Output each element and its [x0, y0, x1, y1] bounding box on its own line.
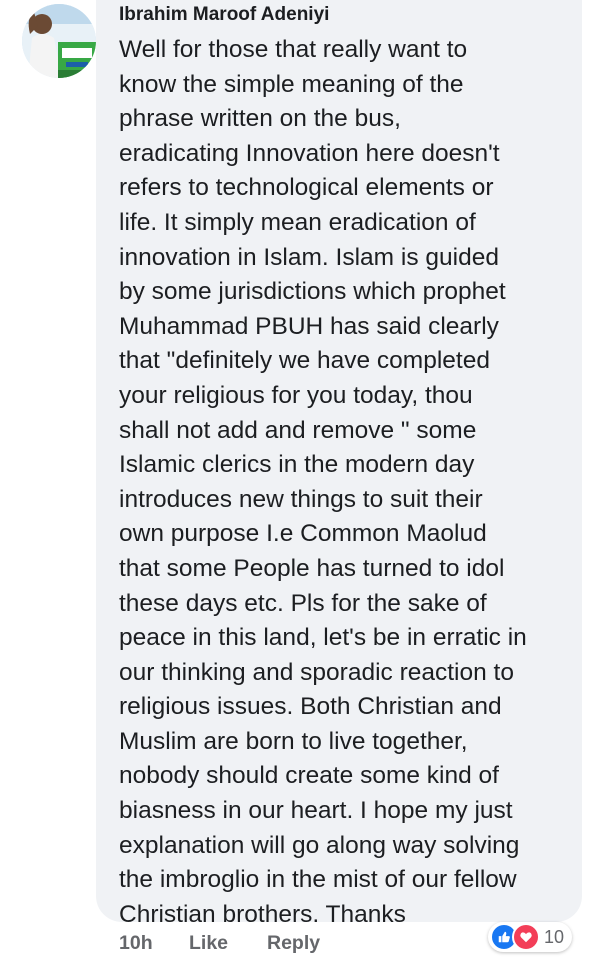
comment-text: Well for those that really want to know … — [119, 36, 527, 928]
reaction-count: 10 — [544, 926, 565, 947]
reactions-summary[interactable]: 10 — [488, 922, 573, 952]
comment-actions: 10h Like Reply — [119, 932, 320, 955]
reply-button[interactable]: Reply — [267, 932, 320, 955]
avatar-image — [22, 4, 96, 78]
timestamp[interactable]: 10h — [119, 932, 189, 955]
like-button[interactable]: Like — [189, 932, 267, 955]
avatar[interactable] — [22, 4, 96, 78]
comment-author[interactable]: Ibrahim Maroof Adeniyi — [119, 4, 329, 26]
heart-icon — [512, 923, 540, 951]
